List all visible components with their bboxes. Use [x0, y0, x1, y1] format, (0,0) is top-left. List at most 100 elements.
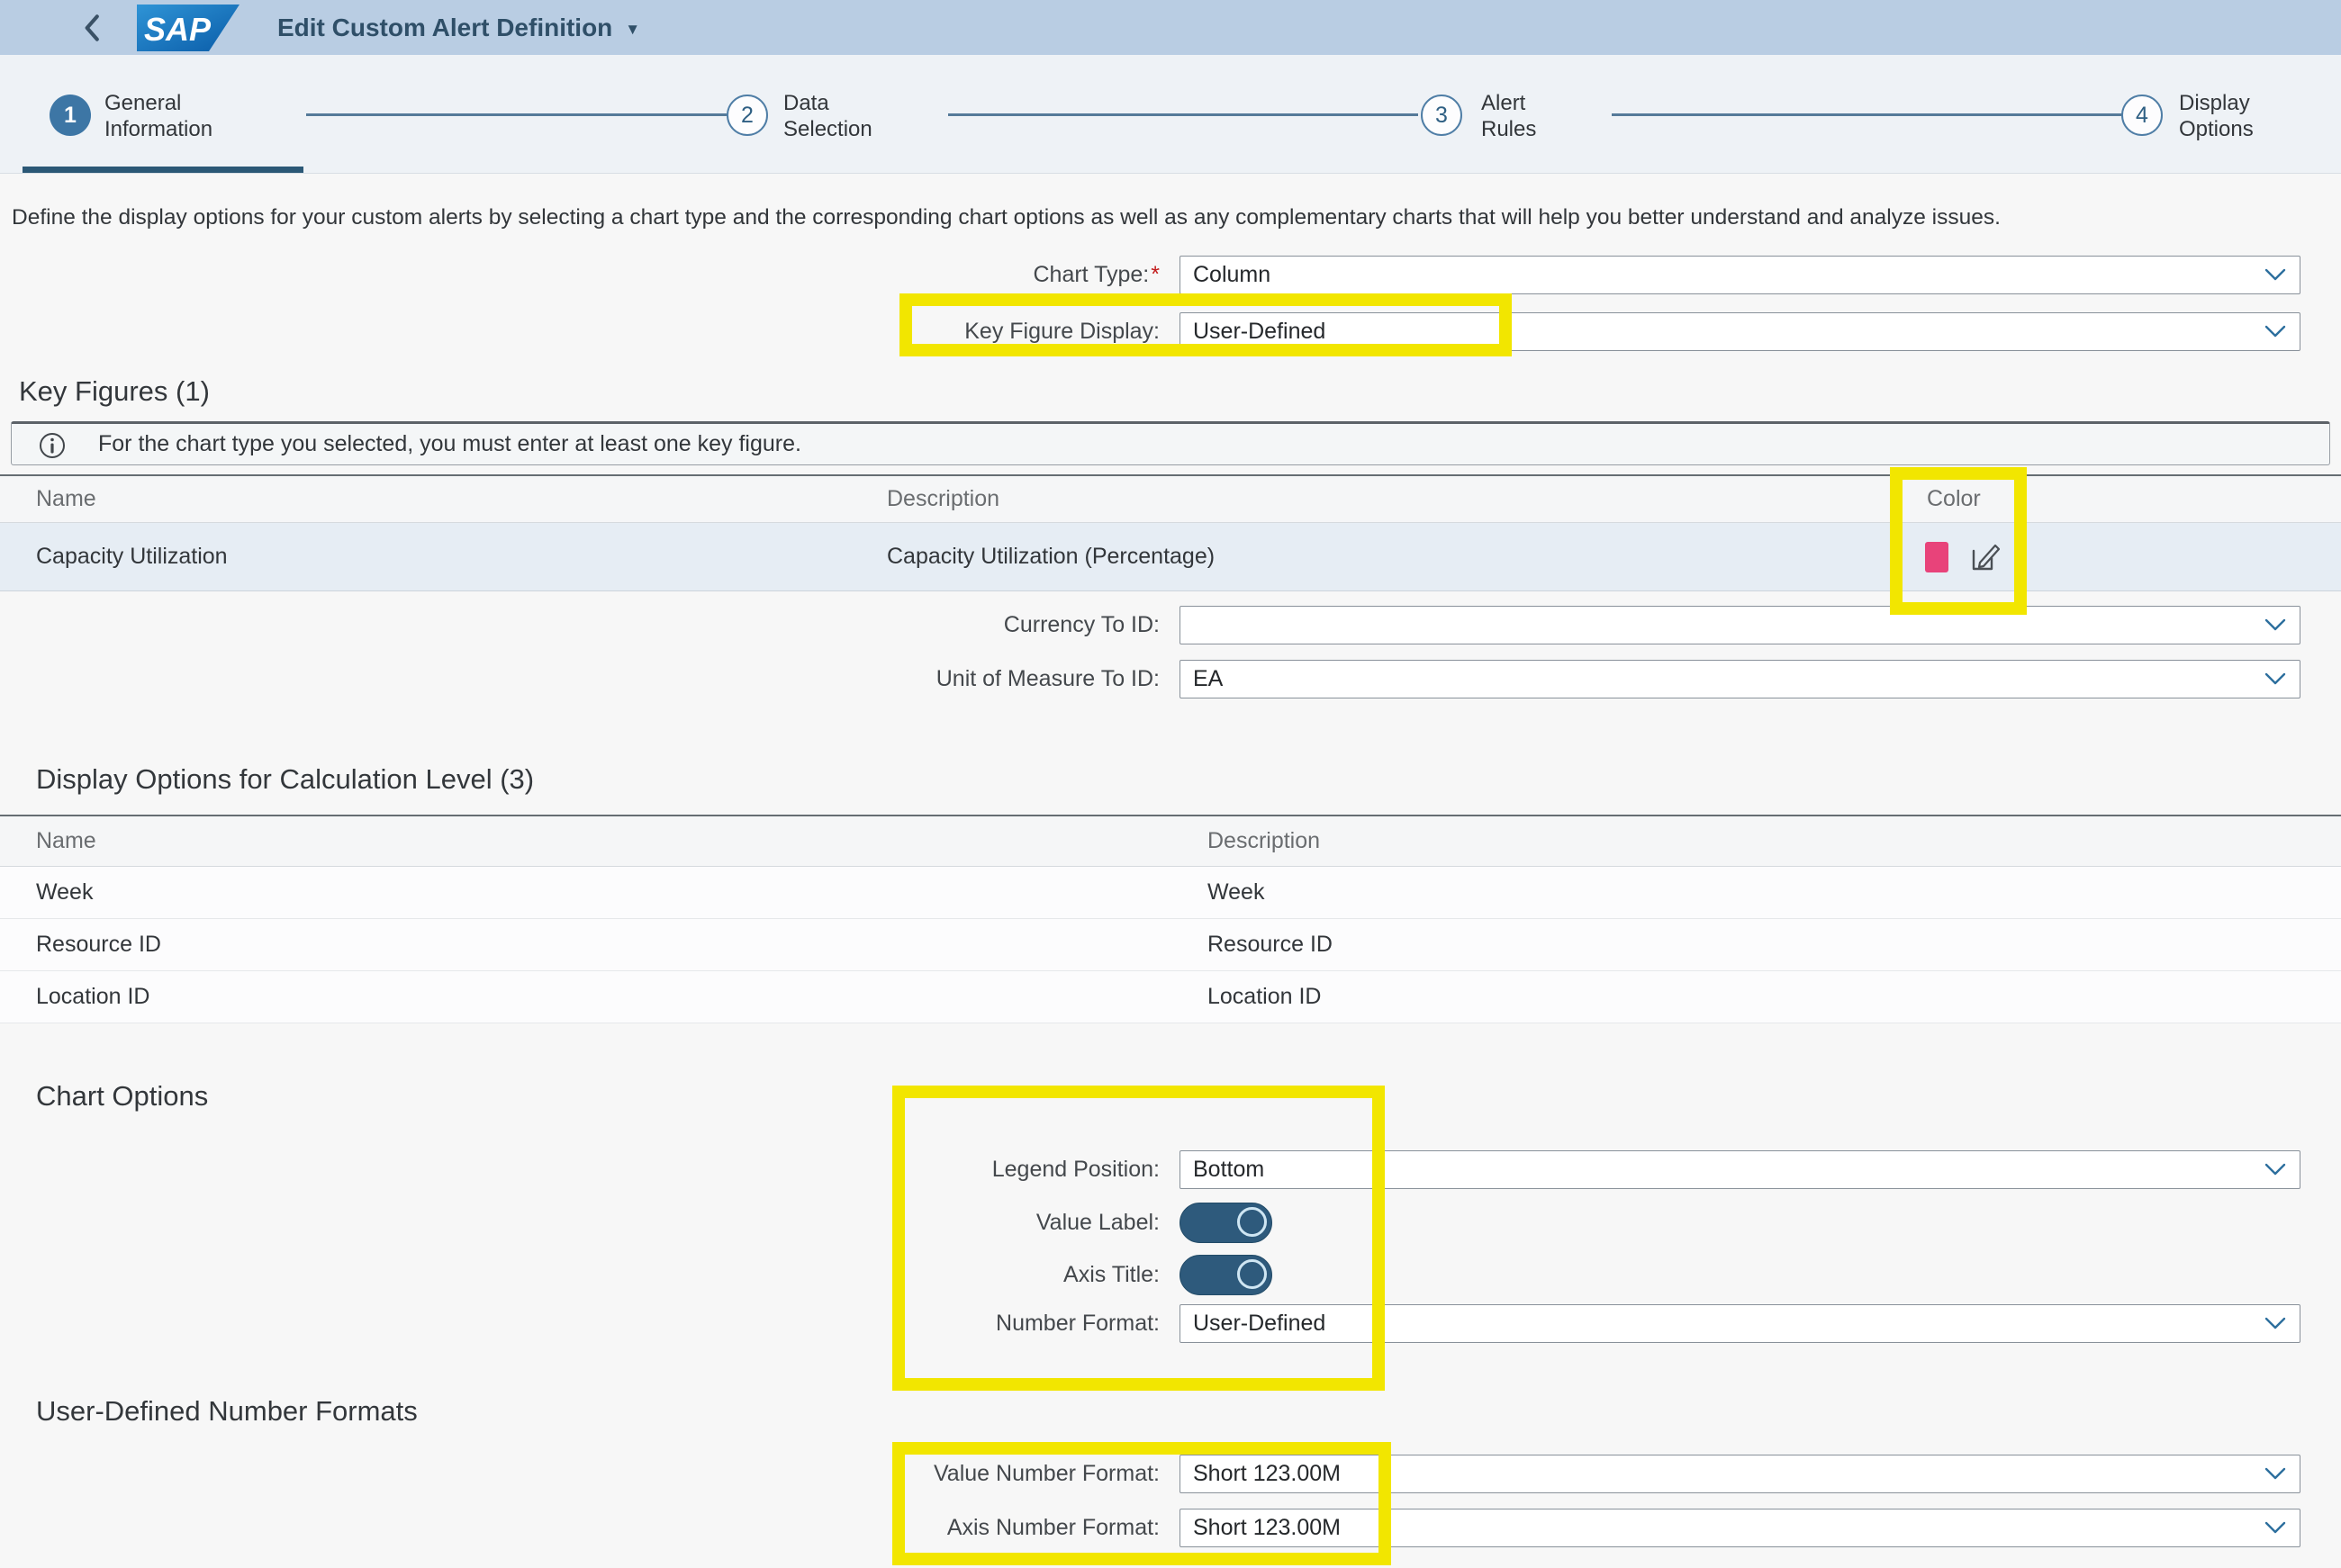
step-2-label-line1: Data [783, 90, 872, 116]
uom-to-id-row: Unit of Measure To ID: EA [0, 660, 2341, 698]
uom-to-id-select[interactable]: EA [1180, 660, 2300, 698]
header-bar: SAP Edit Custom Alert Definition ▼ [0, 0, 2341, 56]
value-label-label: Value Label: [0, 1203, 1160, 1243]
axis-title-row: Axis Title: [0, 1255, 2341, 1295]
chart-options-title: Chart Options [36, 1080, 208, 1113]
step-1-circle[interactable]: 1 [50, 95, 91, 136]
step-4-label-line2: Options [2179, 116, 2254, 142]
key-figure-table-row[interactable]: Capacity Utilization Capacity Utilizatio… [0, 523, 2341, 591]
number-format-value: User-Defined [1193, 1305, 1325, 1342]
key-figures-info-strip: For the chart type you selected, you mus… [11, 421, 2330, 465]
currency-to-id-row: Currency To ID: [0, 606, 2341, 644]
chevron-down-icon[interactable] [2264, 1465, 2287, 1482]
required-asterisk: * [1151, 262, 1160, 287]
column-header-color: Color [1927, 476, 1981, 522]
value-number-format-label: Value Number Format: [0, 1455, 1160, 1493]
chart-type-row: Chart Type:* Column [0, 256, 2341, 294]
chevron-down-icon[interactable] [2264, 323, 2287, 339]
sap-logo: SAP [137, 5, 240, 51]
step-3-label[interactable]: Alert Rules [1481, 90, 1536, 142]
key-figure-display-select[interactable]: User-Defined [1180, 312, 2300, 351]
chevron-down-icon[interactable] [2264, 266, 2287, 283]
step-connector-3 [1612, 113, 2124, 116]
calc-level-name: Resource ID [36, 919, 161, 970]
intro-text: Define the display options for your cust… [12, 205, 2218, 230]
info-icon [39, 432, 66, 459]
chevron-down-icon[interactable] [2264, 617, 2287, 633]
axis-title-toggle[interactable] [1180, 1255, 1272, 1295]
legend-position-label: Legend Position: [0, 1150, 1160, 1189]
calc-level-name: Location ID [36, 971, 149, 1023]
step-1-label[interactable]: General Information [104, 90, 212, 142]
chevron-down-icon[interactable] [2264, 1315, 2287, 1331]
axis-title-label: Axis Title: [0, 1255, 1160, 1295]
axis-number-format-row: Axis Number Format: Short 123.00M [0, 1509, 2341, 1547]
back-icon[interactable] [76, 11, 110, 45]
number-format-select[interactable]: User-Defined [1180, 1304, 2300, 1343]
active-step-underline [23, 167, 303, 173]
step-3-label-line2: Rules [1481, 116, 1536, 142]
legend-position-row: Legend Position: Bottom [0, 1150, 2341, 1189]
axis-number-format-value: Short 123.00M [1193, 1509, 1341, 1546]
column-header-name: Name [36, 816, 96, 866]
chart-type-value: Column [1193, 257, 1270, 293]
chevron-down-icon[interactable] [2264, 1161, 2287, 1177]
chevron-down-icon[interactable] [2264, 671, 2287, 687]
calc-level-title: Display Options for Calculation Level (3… [36, 763, 534, 796]
uom-to-id-label: Unit of Measure To ID: [0, 660, 1160, 698]
edit-color-icon[interactable] [1966, 538, 2002, 574]
key-figures-title: Key Figures (1) [19, 375, 210, 408]
calc-level-row-resource-id[interactable]: Resource ID Resource ID [0, 919, 2341, 971]
toggle-knob [1237, 1259, 1267, 1289]
currency-to-id-label: Currency To ID: [0, 606, 1160, 644]
step-1-label-line1: General [104, 90, 212, 116]
key-figure-display-row: Key Figure Display: User-Defined [0, 312, 2341, 351]
uom-to-id-value: EA [1193, 661, 1223, 698]
step-3-circle[interactable]: 3 [1421, 95, 1462, 136]
key-figure-name: Capacity Utilization [36, 523, 228, 590]
value-number-format-row: Value Number Format: Short 123.00M [0, 1455, 2341, 1493]
step-3-label-line1: Alert [1481, 90, 1536, 116]
key-figure-description: Capacity Utilization (Percentage) [887, 523, 1215, 590]
legend-position-select[interactable]: Bottom [1180, 1150, 2300, 1189]
number-format-label: Number Format: [0, 1304, 1160, 1343]
toggle-knob [1237, 1207, 1267, 1237]
column-header-description: Description [887, 476, 999, 522]
calc-level-row-week[interactable]: Week Week [0, 867, 2341, 919]
axis-number-format-label: Axis Number Format: [0, 1509, 1160, 1547]
currency-to-id-select[interactable] [1180, 606, 2300, 644]
column-header-name: Name [36, 476, 96, 522]
key-figure-display-value: User-Defined [1193, 313, 1325, 350]
key-figures-table-header: Name Description Color [0, 474, 2341, 523]
step-4-label-line1: Display [2179, 90, 2254, 116]
number-format-row: Number Format: User-Defined [0, 1304, 2341, 1343]
calc-level-description: Location ID [1207, 971, 1321, 1023]
step-1-label-line2: Information [104, 116, 212, 142]
calc-level-name: Week [36, 867, 93, 918]
chevron-down-icon[interactable] [2264, 1519, 2287, 1536]
axis-number-format-select[interactable]: Short 123.00M [1180, 1509, 2300, 1547]
chart-type-select[interactable]: Column [1180, 256, 2300, 294]
chart-type-label: Chart Type:* [0, 256, 1160, 294]
key-figures-info-text: For the chart type you selected, you mus… [98, 424, 801, 464]
chart-type-label-text: Chart Type: [1033, 262, 1149, 287]
number-formats-title: User-Defined Number Formats [36, 1395, 418, 1428]
step-2-circle[interactable]: 2 [727, 95, 768, 136]
step-4-circle[interactable]: 4 [2121, 95, 2163, 136]
calc-level-row-location-id[interactable]: Location ID Location ID [0, 971, 2341, 1023]
title-dropdown-caret-icon[interactable]: ▼ [625, 21, 640, 38]
value-number-format-select[interactable]: Short 123.00M [1180, 1455, 2300, 1493]
step-connector-1 [306, 113, 727, 116]
calc-level-description: Week [1207, 867, 1264, 918]
step-4-label[interactable]: Display Options [2179, 90, 2254, 142]
edit-custom-alert-definition-page: SAP Edit Custom Alert Definition ▼ 1 Gene… [0, 0, 2341, 1568]
page-title[interactable]: Edit Custom Alert Definition ▼ [277, 0, 640, 55]
key-figure-color-swatch[interactable] [1925, 542, 1948, 572]
step-2-label[interactable]: Data Selection [783, 90, 872, 142]
page-title-text: Edit Custom Alert Definition [277, 14, 612, 41]
column-header-description: Description [1207, 816, 1320, 866]
step-connector-2 [948, 113, 1418, 116]
value-label-row: Value Label: [0, 1203, 2341, 1243]
value-label-toggle[interactable] [1180, 1203, 1272, 1243]
calc-level-table-header: Name Description [0, 815, 2341, 867]
